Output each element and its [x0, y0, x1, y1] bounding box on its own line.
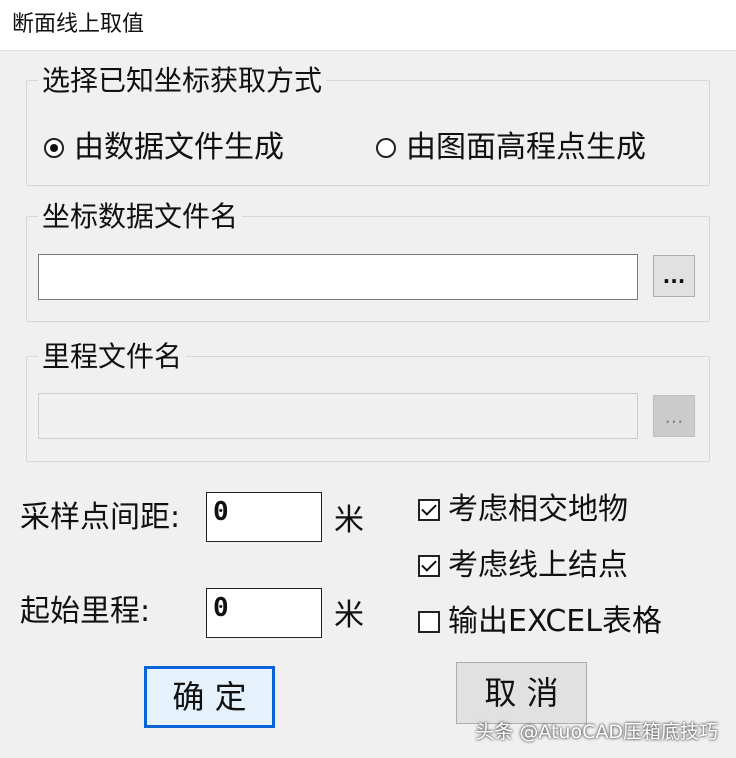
mileage-file-browse-button[interactable]: ... [653, 395, 695, 437]
start-mileage-input[interactable]: 0 [206, 588, 322, 638]
checkbox-unchecked-icon[interactable] [418, 611, 440, 633]
checkbox-checked-icon[interactable] [418, 555, 440, 577]
checkbox-consider-line-nodes[interactable]: 考虑线上结点 [418, 548, 628, 584]
radio-selected-icon[interactable] [44, 138, 64, 158]
mileage-file-input[interactable] [38, 393, 638, 439]
checkbox-export-excel-label: 输出EXCEL表格 [448, 604, 662, 639]
checkbox-export-excel[interactable]: 输出EXCEL表格 [418, 604, 662, 640]
sampling-unit: 米 [334, 503, 364, 538]
radio-from-data-file[interactable]: 由数据文件生成 [44, 130, 284, 166]
ok-button[interactable]: 确 定 [144, 666, 275, 728]
cancel-button[interactable]: 取 消 [456, 662, 587, 724]
coord-file-input[interactable] [38, 254, 638, 300]
coord-file-browse-button[interactable]: ... [653, 255, 695, 297]
mileage-file-group-label: 里程文件名 [38, 340, 187, 374]
checkbox-consider-intersecting-features[interactable]: 考虑相交地物 [418, 492, 628, 528]
window-title: 断面线上取值 [12, 12, 145, 37]
radio-unselected-icon[interactable] [376, 138, 396, 158]
title-bar: 断面线上取值 [0, 0, 736, 51]
start-mileage-unit: 米 [334, 598, 364, 633]
radio-from-elevation-points-label: 由图面高程点生成 [406, 130, 646, 165]
radio-from-elevation-points[interactable]: 由图面高程点生成 [376, 130, 646, 166]
method-group-label: 选择已知坐标获取方式 [38, 64, 327, 98]
radio-from-data-file-label: 由数据文件生成 [74, 130, 284, 165]
coord-file-group-label: 坐标数据文件名 [38, 200, 243, 234]
start-mileage-label: 起始里程: [20, 594, 151, 629]
checkbox-checked-icon[interactable] [418, 499, 440, 521]
checkbox-consider-intersecting-features-label: 考虑相交地物 [448, 492, 628, 527]
checkbox-consider-line-nodes-label: 考虑线上结点 [448, 548, 628, 583]
sampling-label: 采样点间距: [20, 500, 181, 535]
sampling-input[interactable]: 0 [206, 492, 322, 542]
watermark-text: 头条 @AtuoCAD压箱底技巧 [475, 721, 718, 743]
